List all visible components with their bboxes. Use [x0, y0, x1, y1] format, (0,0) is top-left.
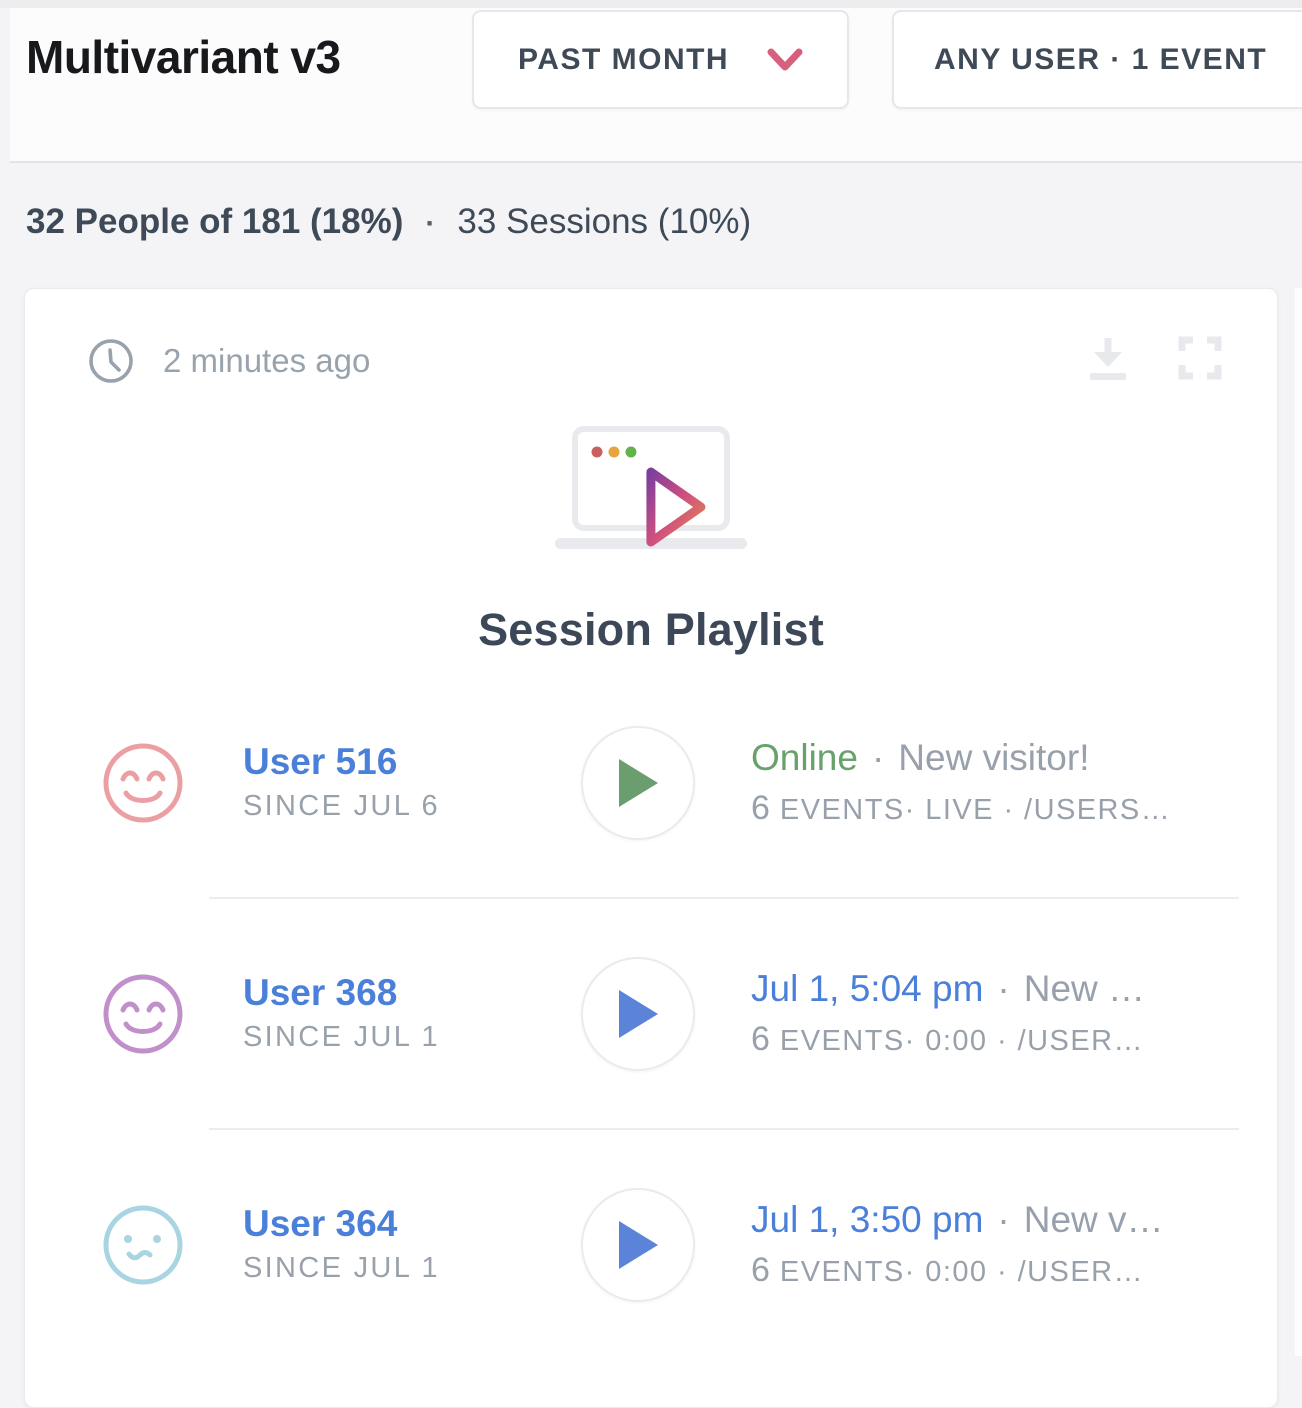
event-detail: EVENTS· 0:00 · /USER… [780, 1025, 1144, 1058]
session-list-item[interactable]: User 516 SINCE JUL 6 Online · New visito… [25, 668, 1277, 897]
scrollbar-track[interactable] [1295, 288, 1302, 1356]
play-triangle-icon [615, 987, 661, 1041]
play-session-button[interactable] [581, 726, 695, 840]
report-header: Multivariant v3 PAST MONTH ANY USER · 1 … [10, 8, 1302, 163]
user-since: SINCE JUL 1 [243, 1252, 523, 1285]
gradient-play-icon [641, 463, 713, 551]
stats-separator: · [425, 207, 435, 241]
status-primary: Jul 1, 3:50 pm [751, 1199, 983, 1242]
play-session-button[interactable] [581, 1188, 695, 1302]
people-stat: 32 People of 181 (18%) [26, 202, 403, 242]
session-playlist-card: 2 minutes ago [24, 288, 1278, 1408]
play-triangle-icon [615, 1218, 661, 1272]
status-dot: · [997, 1199, 1009, 1242]
user-info: User 368 SINCE JUL 1 [243, 973, 523, 1055]
event-count: 6 [751, 1020, 770, 1059]
user-link[interactable]: User 516 [243, 742, 523, 783]
session-status: Jul 1, 3:50 pm · New v… 6 EVENTS· 0:00 ·… [751, 1199, 1164, 1291]
user-since: SINCE JUL 1 [243, 1021, 523, 1054]
status-line-1: Online · New visitor! [751, 737, 1171, 780]
user-event-filter-label: ANY USER · 1 EVENT [934, 43, 1267, 77]
page-title: Multivariant v3 [26, 30, 341, 84]
session-list-item[interactable]: User 368 SINCE JUL 1 Jul 1, 5:04 pm · Ne… [25, 899, 1277, 1128]
sessions-stat: 33 Sessions (10%) [457, 202, 751, 242]
status-primary: Jul 1, 5:04 pm [751, 968, 983, 1011]
status-line-1: Jul 1, 3:50 pm · New v… [751, 1199, 1164, 1242]
play-session-button[interactable] [581, 957, 695, 1071]
fullscreen-icon[interactable] [1175, 333, 1225, 383]
card-title: Session Playlist [25, 604, 1277, 656]
date-range-label: PAST MONTH [518, 43, 729, 77]
status-dot: · [872, 737, 884, 780]
conversion-stats: 32 People of 181 (18%) · 33 Sessions (10… [26, 202, 751, 242]
chevron-down-icon [767, 48, 803, 72]
status-primary: Online [751, 737, 858, 780]
session-list-item[interactable]: User 364 SINCE JUL 1 Jul 1, 3:50 pm · Ne… [25, 1130, 1277, 1359]
play-triangle-icon [615, 756, 661, 810]
session-status: Jul 1, 5:04 pm · New … 6 EVENTS· 0:00 · … [751, 968, 1145, 1060]
status-line-2: 6 EVENTS· 0:00 · /USER… [751, 1251, 1164, 1290]
status-secondary: New v… [1024, 1199, 1164, 1242]
user-since: SINCE JUL 6 [243, 790, 523, 823]
event-detail: EVENTS· LIVE · /USERS… [780, 794, 1171, 827]
user-link[interactable]: User 364 [243, 1204, 523, 1245]
event-count: 6 [751, 1251, 770, 1290]
date-range-dropdown[interactable]: PAST MONTH [472, 10, 849, 109]
user-event-filter-button[interactable]: ANY USER · 1 EVENT [892, 10, 1302, 109]
window-top-edge [0, 0, 1302, 8]
last-updated-label: 2 minutes ago [163, 342, 370, 380]
event-detail: EVENTS· 0:00 · /USER… [780, 1256, 1144, 1289]
session-list: User 516 SINCE JUL 6 Online · New visito… [25, 668, 1277, 1359]
last-updated: 2 minutes ago [87, 337, 370, 385]
status-secondary: New visitor! [898, 737, 1089, 780]
status-line-2: 6 EVENTS· LIVE · /USERS… [751, 789, 1171, 828]
status-dot: · [997, 968, 1009, 1011]
session-status: Online · New visitor! 6 EVENTS· LIVE · /… [751, 737, 1171, 829]
user-info: User 516 SINCE JUL 6 [243, 742, 523, 824]
download-icon[interactable] [1083, 333, 1133, 383]
status-line-2: 6 EVENTS· 0:00 · /USER… [751, 1020, 1145, 1059]
card-toolbar: 2 minutes ago [25, 289, 1277, 419]
user-link[interactable]: User 368 [243, 973, 523, 1014]
clock-icon [87, 337, 135, 385]
player-illustration [25, 425, 1277, 560]
smiley-smirk-icon [101, 1203, 185, 1287]
card-actions [1083, 333, 1225, 383]
smiley-happy-icon [101, 741, 185, 825]
status-line-1: Jul 1, 5:04 pm · New … [751, 968, 1145, 1011]
event-count: 6 [751, 789, 770, 828]
user-info: User 364 SINCE JUL 1 [243, 1204, 523, 1286]
status-secondary: New … [1024, 968, 1145, 1011]
smiley-happy-icon [101, 972, 185, 1056]
